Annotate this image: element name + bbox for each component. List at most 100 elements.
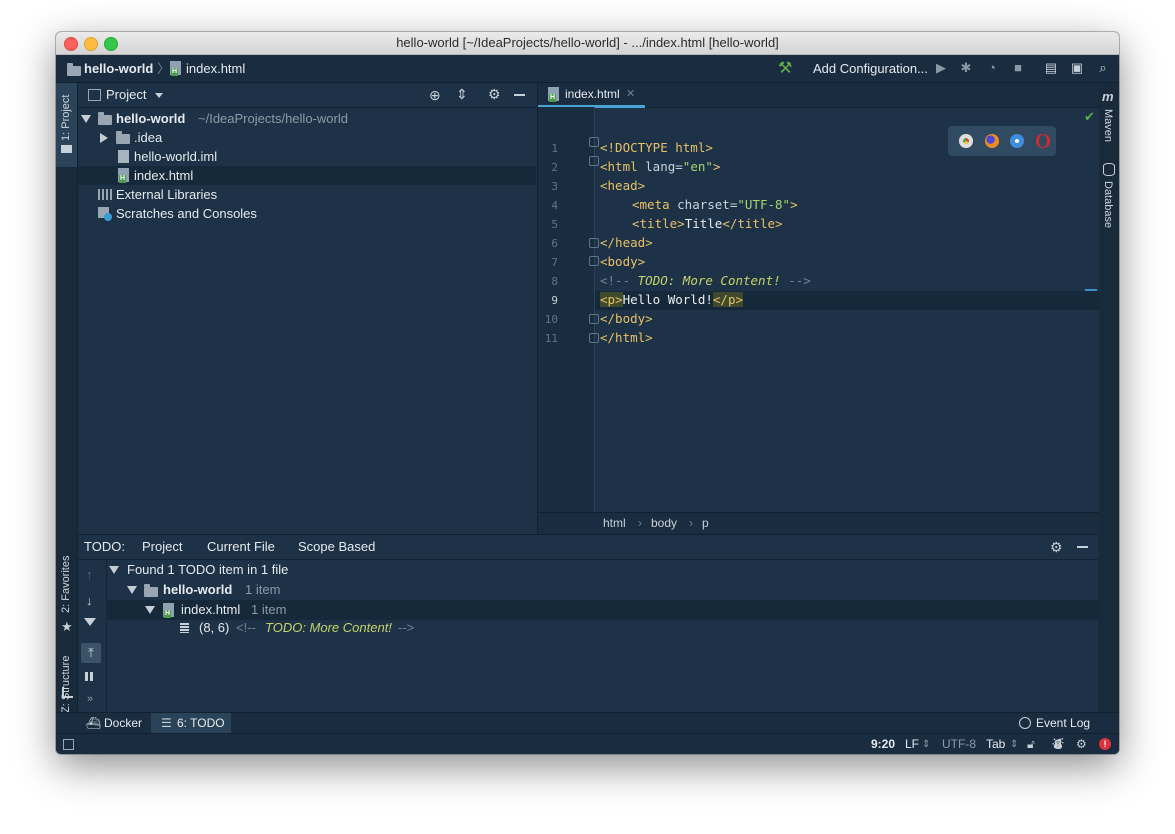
close-tab-icon[interactable]: ✕ <box>626 83 635 105</box>
docker-tab[interactable]: Docker <box>104 713 142 734</box>
group-by-icon[interactable] <box>85 672 94 681</box>
minimize-window-button[interactable] <box>84 37 98 51</box>
todo-module-row[interactable]: hello-world 1 item <box>106 580 1098 600</box>
line-number[interactable]: 3 <box>538 180 558 193</box>
line-number[interactable]: 1 <box>538 142 558 155</box>
next-todo-icon[interactable]: ↓ <box>86 593 93 608</box>
project-tool-tab[interactable]: 1: Project <box>56 83 77 167</box>
event-log-tab[interactable]: Event Log <box>1036 713 1090 734</box>
breadcrumb-html[interactable]: html <box>603 513 626 534</box>
filter-icon[interactable] <box>84 618 96 626</box>
expand-arrow-icon[interactable] <box>145 606 155 614</box>
breadcrumb-body[interactable]: body <box>651 513 677 534</box>
safari-icon[interactable] <box>1010 134 1024 148</box>
collapse-all-icon[interactable]: ⇕ <box>456 86 468 103</box>
tree-item-hello-world-iml[interactable]: hello-world.iml <box>78 147 536 166</box>
project-structure-icon[interactable]: ▤ <box>1044 61 1058 75</box>
settings-icon[interactable]: ⚙ <box>1076 734 1087 754</box>
line-number[interactable]: 9 <box>538 294 558 307</box>
database-icon[interactable] <box>1103 163 1115 176</box>
code-line-1[interactable]: <!DOCTYPE html> <box>600 140 713 155</box>
code-line-3[interactable]: <head> <box>600 178 645 193</box>
expand-arrow-icon[interactable] <box>127 586 137 594</box>
fold-marker-icon[interactable] <box>589 137 599 147</box>
code-line-2[interactable]: <html lang="en"> <box>600 159 720 174</box>
maven-icon[interactable]: m <box>1102 89 1114 104</box>
locate-file-icon[interactable]: ⊕ <box>429 87 441 104</box>
autoscroll-icon[interactable]: ⤒ <box>81 643 101 663</box>
gear-icon[interactable]: ⚙ <box>1050 535 1063 559</box>
todo-tab-project[interactable]: Project <box>142 535 182 559</box>
todo-tab-scope-based[interactable]: Scope Based <box>298 535 375 559</box>
firefox-icon[interactable] <box>985 134 999 148</box>
line-number[interactable]: 10 <box>538 313 558 326</box>
code-line-8[interactable]: <!-- TODO: More Content! --> <box>600 273 811 288</box>
todo-tab[interactable]: ☰ 6: TODO <box>151 713 231 734</box>
hide-panel-icon[interactable] <box>514 94 525 96</box>
code-line-6[interactable]: </head> <box>600 235 653 250</box>
line-number[interactable]: 4 <box>538 199 558 212</box>
fold-marker-icon[interactable] <box>589 238 599 248</box>
no-problems-check-icon[interactable]: ✔ <box>1084 109 1095 125</box>
more-actions-icon[interactable]: » <box>87 693 93 705</box>
opera-icon[interactable] <box>1036 134 1050 148</box>
structure-icon[interactable] <box>62 687 73 698</box>
fold-marker-icon[interactable] <box>589 156 599 166</box>
todo-tab-current-file[interactable]: Current File <box>207 535 275 559</box>
line-number[interactable]: 2 <box>538 161 558 174</box>
maven-tool-label[interactable]: Maven <box>1102 109 1114 142</box>
tree-item-scratches[interactable]: Scratches and Consoles <box>78 204 536 223</box>
favorites-tool-label[interactable]: 2: Favorites <box>60 556 72 613</box>
search-icon[interactable]: ⌕ <box>1096 61 1110 75</box>
chrome-icon[interactable] <box>959 134 973 148</box>
close-window-button[interactable] <box>64 37 78 51</box>
stop-icon[interactable]: ■ <box>1011 61 1025 75</box>
line-number[interactable]: 7 <box>538 256 558 269</box>
gear-icon[interactable]: ⚙ <box>488 86 501 103</box>
database-tool-label[interactable]: Database <box>1102 181 1114 228</box>
code-line-11[interactable]: </html> <box>600 330 653 345</box>
code-line-4[interactable]: <meta charset="UTF-8"> <box>632 197 798 212</box>
fold-marker-icon[interactable] <box>589 333 599 343</box>
tree-item-hello-world[interactable]: hello-world ~/IdeaProjects/hello-world <box>78 109 536 128</box>
toggle-tool-windows-icon[interactable] <box>63 739 74 750</box>
expand-arrow-icon[interactable] <box>109 566 119 574</box>
tree-item-idea[interactable]: .idea <box>78 128 536 147</box>
previous-todo-icon[interactable]: ↑ <box>86 567 93 582</box>
indent-setting[interactable]: Tab <box>986 734 1005 754</box>
tree-item-index-html[interactable]: index.html <box>78 166 536 185</box>
todo-file-row[interactable]: index.html 1 item <box>106 600 1098 620</box>
code-line-9[interactable]: <p>Hello World!</p> <box>600 292 743 307</box>
line-number[interactable]: 6 <box>538 237 558 250</box>
tab-index-html[interactable]: index.html ✕ <box>538 83 645 108</box>
line-separator[interactable]: LF <box>905 734 919 754</box>
line-number[interactable]: 11 <box>538 332 558 345</box>
lock-icon[interactable]: 🔓︎ <box>1027 734 1035 754</box>
terminal-icon[interactable]: ▣ <box>1070 61 1084 75</box>
run-icon[interactable]: ▶ <box>934 61 948 75</box>
fold-marker-icon[interactable] <box>589 314 599 324</box>
breadcrumb-project[interactable]: hello-world <box>84 55 153 82</box>
todo-item-row[interactable]: (8, 6) <!-- TODO: More Content! --> <box>106 618 1098 638</box>
breadcrumb-file[interactable]: index.html <box>186 55 245 82</box>
build-hammer-icon[interactable]: ⚒ <box>778 58 792 78</box>
file-encoding[interactable]: UTF-8 <box>942 734 976 754</box>
coverage-icon[interactable]: ◔ <box>985 61 999 75</box>
tree-item-external-libraries[interactable]: External Libraries <box>78 185 536 204</box>
error-indicator-icon[interactable]: ! <box>1099 738 1111 750</box>
hide-panel-icon[interactable] <box>1077 546 1088 548</box>
breadcrumb-p[interactable]: p <box>702 513 709 534</box>
add-configuration-button[interactable]: Add Configuration... <box>813 55 928 82</box>
structure-tool-label[interactable]: Z: Structure <box>60 656 72 713</box>
todo-summary-row[interactable]: Found 1 TODO item in 1 file <box>106 560 1098 580</box>
code-line-7[interactable]: <body> <box>600 254 645 269</box>
debug-icon[interactable]: ✱ <box>959 61 973 75</box>
code-line-5[interactable]: <title>Title</title> <box>632 216 783 231</box>
chevron-down-icon[interactable] <box>155 93 163 98</box>
code-line-10[interactable]: </body> <box>600 311 653 326</box>
expand-arrow-icon[interactable] <box>81 115 91 123</box>
expand-arrow-icon[interactable] <box>100 133 108 143</box>
zoom-window-button[interactable] <box>104 37 118 51</box>
favorites-star-icon[interactable]: ★ <box>61 619 73 635</box>
hector-inspector-icon[interactable]: ⛇ <box>1052 734 1064 754</box>
